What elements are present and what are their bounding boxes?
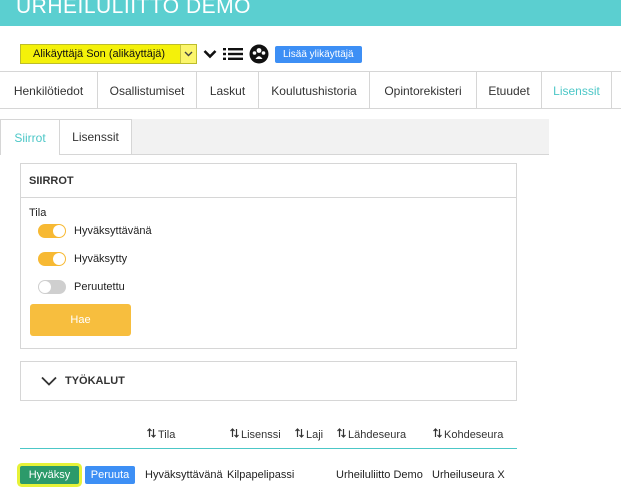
toggle-row-hyvaksyttavana[interactable]: Hyväksyttävänä [38, 224, 152, 238]
status-filter-label: Tila [29, 207, 47, 219]
cell-lisenssi: Kilpapelipassi [227, 469, 295, 481]
subuser-row: Alikäyttäjä Son (alikäyttäjä) Lisää ylik… [20, 42, 362, 66]
add-superuser-button[interactable]: Lisää ylikäyttäjä [275, 45, 362, 63]
cell-kohdeseura: Urheiluseura X [432, 469, 505, 481]
subtab-bar-background [132, 119, 549, 155]
siirrot-panel: SIIRROT Tila Hyväksyttävänä Hyväksytty P… [20, 163, 517, 349]
tab-henkilotiedot[interactable]: Henkilötiedot [0, 72, 98, 109]
cancel-button[interactable]: Peruuta [85, 466, 135, 484]
sort-icon [433, 428, 442, 438]
subtab-lisenssit[interactable]: Lisenssit [60, 119, 132, 155]
expand-chevron-icon[interactable] [203, 49, 217, 59]
cell-tila: Hyväksyttävänä [145, 469, 223, 481]
search-button[interactable]: Hae [30, 304, 131, 336]
table-header: Tila Lisenssi Laji Lähdeseura Kohdeseura [20, 425, 517, 449]
table-row: Hyväksy Peruuta Hyväksyttävänä Kilpapeli… [20, 464, 540, 486]
toggle-switch[interactable] [38, 224, 66, 238]
column-header-kohdeseura[interactable]: Kohdeseura [433, 428, 503, 441]
toggle-label: Hyväksytty [74, 253, 128, 265]
toggle-row-peruutettu[interactable]: Peruutettu [38, 280, 125, 294]
tab-etuudet[interactable]: Etuudet [477, 72, 542, 109]
toggle-row-hyvaksytty[interactable]: Hyväksytty [38, 252, 127, 266]
column-header-lahdeseura[interactable]: Lähdeseura [337, 428, 406, 441]
chevron-down-icon[interactable] [180, 45, 196, 63]
sub-tabs: Siirrot Lisenssit [0, 119, 132, 155]
toggle-label: Peruutettu [74, 281, 125, 293]
subtab-siirrot[interactable]: Siirrot [0, 119, 60, 155]
cell-lahdeseura: Urheiluliitto Demo [336, 469, 423, 481]
tools-title: TYÖKALUT [65, 375, 125, 387]
sort-icon [295, 428, 304, 438]
tab-opintorekisteri[interactable]: Opintorekisteri [370, 72, 477, 109]
tab-koulutushistoria[interactable]: Koulutushistoria [259, 72, 370, 109]
main-tabs: Henkilötiedot Osallistumiset Laskut Koul… [0, 71, 621, 109]
sort-icon [337, 428, 346, 438]
approve-button[interactable]: Hyväksy [20, 466, 79, 484]
tab-osallistumiset[interactable]: Osallistumiset [98, 72, 197, 109]
siirrot-title: SIIRROT [21, 164, 516, 198]
tab-laskut[interactable]: Laskut [197, 72, 259, 109]
column-header-tila[interactable]: Tila [147, 428, 175, 441]
subuser-selected-value: Alikäyttäjä Son (alikäyttäjä) [33, 48, 166, 60]
toggle-switch[interactable] [38, 252, 66, 266]
sort-icon [147, 428, 156, 438]
tab-lisenssit[interactable]: Lisenssit [542, 72, 612, 109]
subuser-select[interactable]: Alikäyttäjä Son (alikäyttäjä) [20, 44, 197, 64]
sort-icon [230, 428, 239, 438]
toggle-label: Hyväksyttävänä [74, 225, 152, 237]
chevron-down-icon [41, 376, 57, 386]
user-group-icon[interactable] [249, 44, 269, 64]
column-header-lisenssi[interactable]: Lisenssi [230, 428, 281, 441]
toggle-switch[interactable] [38, 280, 66, 294]
tools-panel[interactable]: TYÖKALUT [20, 361, 517, 401]
column-header-laji[interactable]: Laji [295, 428, 323, 441]
list-icon[interactable] [223, 47, 243, 61]
app-header: URHEILULIITTO DEMO [0, 0, 621, 26]
app-title: URHEILULIITTO DEMO [16, 0, 251, 18]
